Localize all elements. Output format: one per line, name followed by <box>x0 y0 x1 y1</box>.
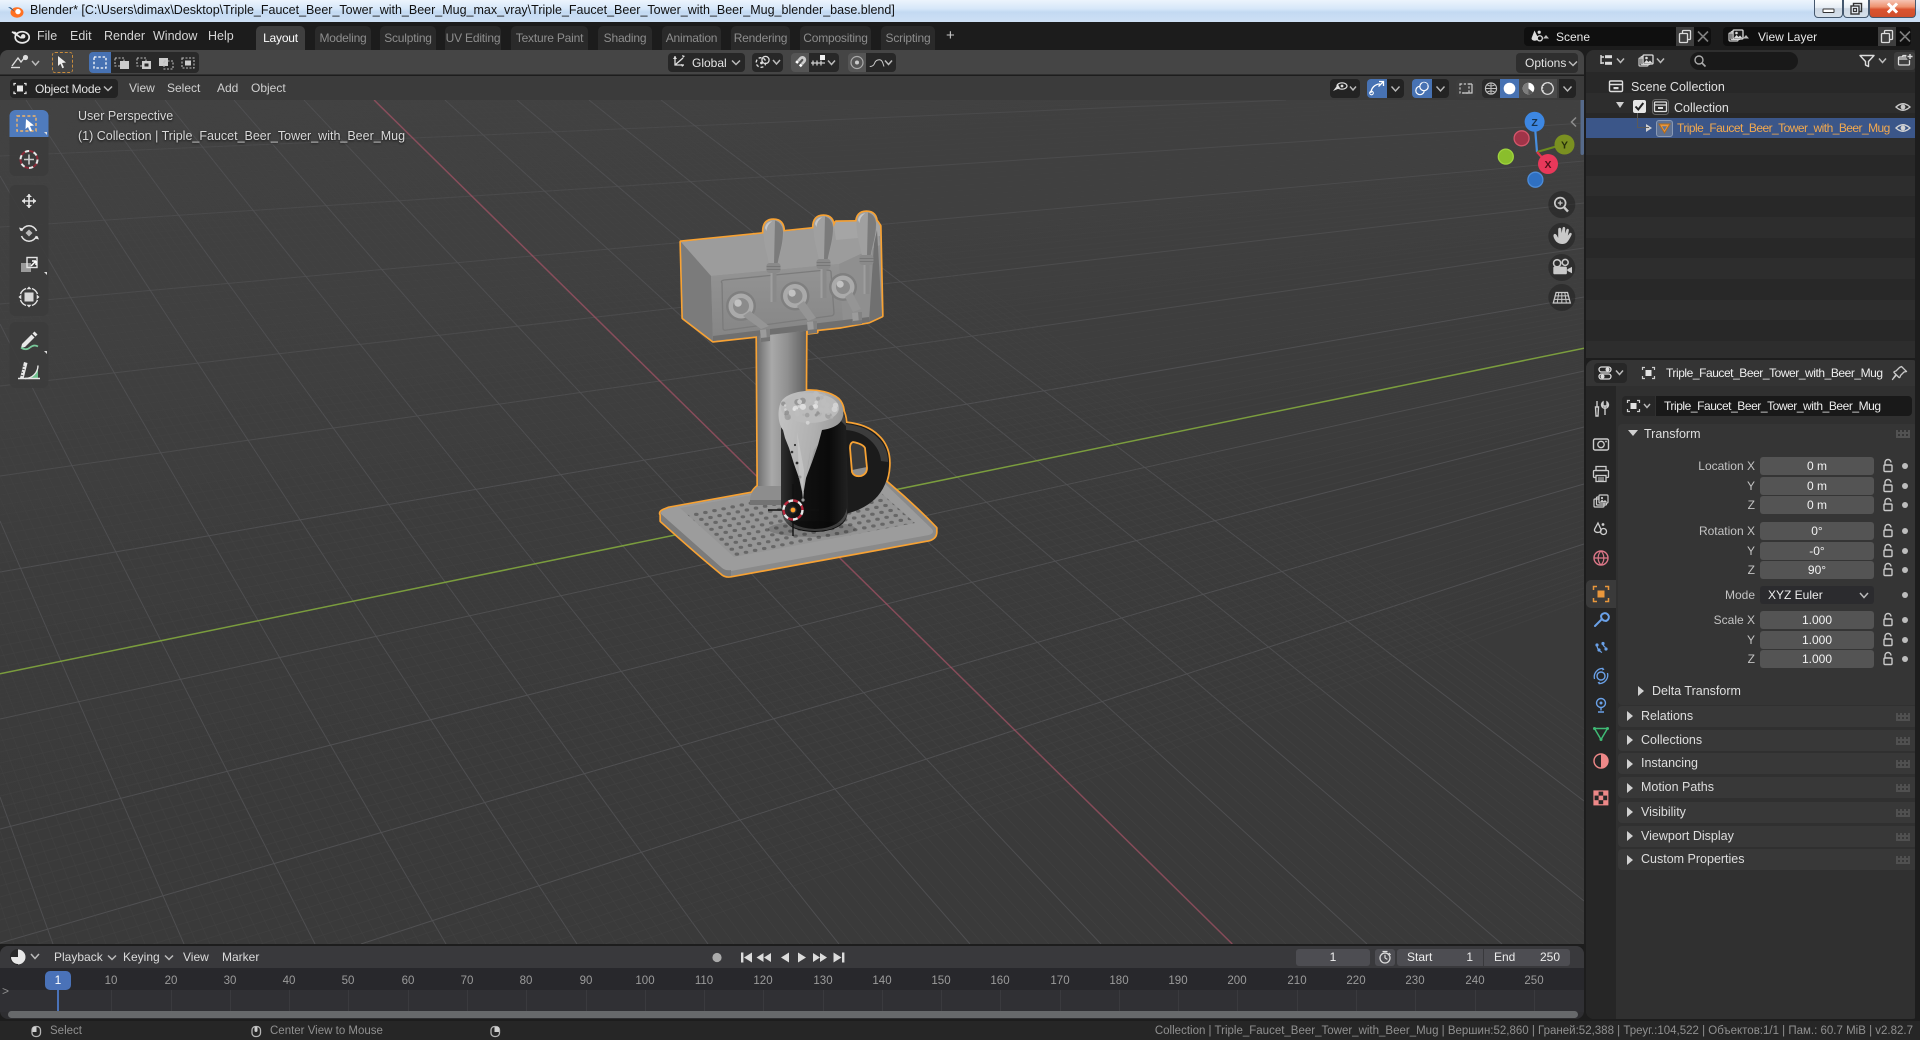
svg-text:X: X <box>1544 159 1551 171</box>
svg-text:Y: Y <box>1561 140 1568 152</box>
svg-text:Z: Z <box>1531 117 1538 129</box>
